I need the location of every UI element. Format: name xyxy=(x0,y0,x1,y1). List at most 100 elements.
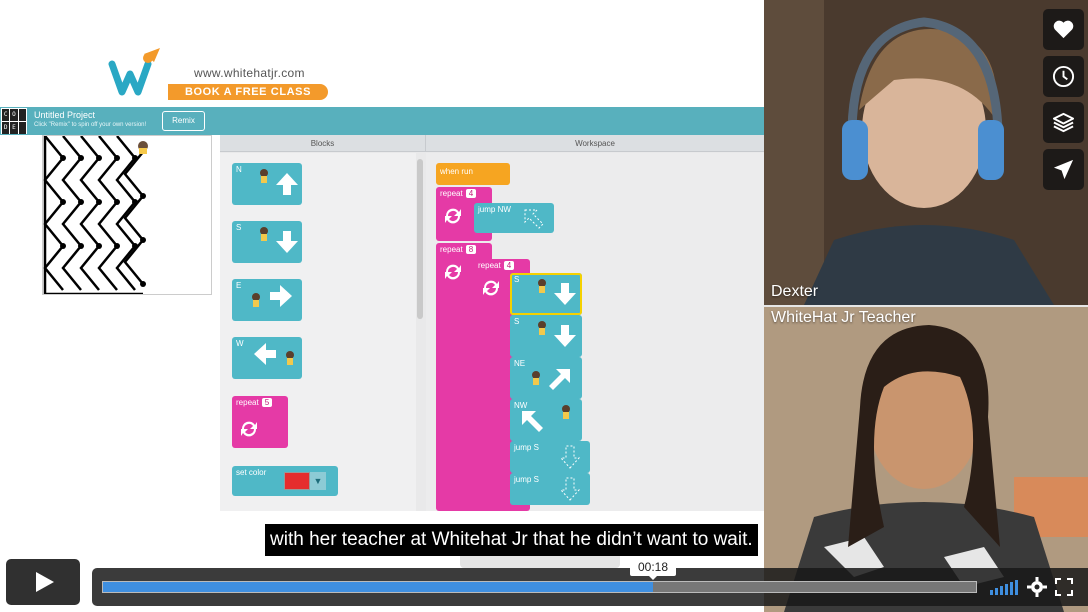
logo-letter xyxy=(18,122,26,134)
block-label: S xyxy=(236,223,242,232)
move-south-block: S xyxy=(510,315,582,357)
repeat-label: repeat xyxy=(440,189,463,198)
dashed-arrow-down-icon xyxy=(560,477,580,501)
student-silhouette xyxy=(764,0,1088,305)
repeat-count: 4 xyxy=(465,189,477,198)
block-label: NE xyxy=(514,359,526,368)
time-tooltip: 00:18 xyxy=(630,558,676,580)
play-icon xyxy=(36,572,54,592)
set-color-label: set color xyxy=(236,468,267,477)
arrow-up-icon xyxy=(276,173,298,195)
player-controls: 00:18 xyxy=(0,556,1088,612)
logo-letter xyxy=(18,109,26,121)
repeat-count: 8 xyxy=(465,245,477,254)
repeat-block: repeat 5 xyxy=(232,396,288,448)
repeat-label: repeat xyxy=(236,398,259,407)
jump-s-label: jump S xyxy=(514,443,539,452)
progress-fill xyxy=(103,582,653,592)
project-header: C O D E Untitled Project Click "Remix" t… xyxy=(0,107,764,135)
artist-avatar-icon xyxy=(252,293,260,307)
whitehat-logo-icon xyxy=(108,48,160,96)
whitehat-brand: www.whitehatjr.com BOOK A FREE CLASS xyxy=(108,42,348,102)
arrow-northwest-icon xyxy=(522,411,543,432)
repeat-block-label: repeat 4 xyxy=(440,189,477,198)
volume-icon[interactable] xyxy=(989,579,1019,595)
teacher-name-tag: WhiteHat Jr Teacher xyxy=(771,309,916,326)
artist-avatar-icon xyxy=(538,279,546,293)
fullscreen-icon[interactable] xyxy=(1055,578,1073,596)
block-label: W xyxy=(236,339,244,348)
arrow-down-icon xyxy=(554,325,576,347)
logo-letter: E xyxy=(10,122,18,134)
repeat-cycle-icon xyxy=(483,280,499,296)
block-label: E xyxy=(236,281,242,290)
video-frame-left: www.whitehatjr.com BOOK A FREE CLASS C O… xyxy=(0,0,764,612)
move-north-block: N xyxy=(232,163,302,205)
progress-track[interactable] xyxy=(102,581,977,593)
share-button[interactable] xyxy=(1043,149,1084,190)
artist-avatar-icon xyxy=(260,169,268,183)
artist-avatar-icon xyxy=(286,351,294,365)
like-button[interactable] xyxy=(1043,9,1084,50)
move-northeast-block: NE xyxy=(510,357,582,399)
project-title: Untitled Project xyxy=(34,110,96,120)
student-name-tag: Dexter xyxy=(771,283,819,300)
video-player[interactable]: www.whitehatjr.com BOOK A FREE CLASS C O… xyxy=(0,0,1088,612)
editor-header: Blocks Workspace xyxy=(220,135,764,152)
block-label: S xyxy=(514,275,520,284)
blocks-header: Blocks xyxy=(220,135,426,152)
repeat-block-label: repeat 8 xyxy=(440,245,477,254)
blocks-toolbox xyxy=(220,153,416,511)
repeat-label: repeat xyxy=(478,261,501,270)
move-south-block: S xyxy=(232,221,302,263)
logo-letter: O xyxy=(10,109,18,121)
arrow-left-icon xyxy=(254,343,276,365)
chevron-down-icon: ▼ xyxy=(310,472,326,490)
set-color-block: set color ▼ xyxy=(232,466,338,496)
drawing-canvas xyxy=(42,135,212,295)
caption-text: with her teacher at Whitehat Jr that he … xyxy=(265,524,758,556)
block-label: N xyxy=(236,165,242,174)
arrow-down-icon xyxy=(276,231,298,253)
toolbox-scrollbar xyxy=(417,159,423,319)
control-bar: 00:18 xyxy=(92,558,1088,606)
zigzag-drawing xyxy=(43,136,148,294)
move-east-block: E xyxy=(232,279,302,321)
gear-icon[interactable] xyxy=(1027,577,1047,597)
collections-button[interactable] xyxy=(1043,102,1084,143)
student-video: Dexter xyxy=(764,0,1088,305)
when-run-label: when run xyxy=(440,167,473,176)
artist-avatar-icon xyxy=(260,227,268,241)
jump-south-block: jump S xyxy=(510,441,590,473)
artist-avatar-icon xyxy=(562,405,570,419)
watch-later-button[interactable] xyxy=(1043,56,1084,97)
brand-url: www.whitehatjr.com xyxy=(194,66,305,80)
logo-letter: C xyxy=(2,109,10,121)
heart-icon xyxy=(1053,20,1074,39)
repeat-count: 5 xyxy=(261,398,273,407)
move-northwest-block: NW xyxy=(510,399,582,441)
jump-nw-block: jump NW xyxy=(474,203,554,233)
arrow-down-icon xyxy=(554,283,576,305)
workspace-header: Workspace xyxy=(575,139,615,148)
logo-letter: D xyxy=(2,122,10,134)
move-south-block-selected: S xyxy=(510,273,582,315)
dashed-arrow-down-icon xyxy=(560,445,580,469)
artist-avatar-icon xyxy=(538,321,546,335)
code-org-logo-icon: C O D E xyxy=(1,108,27,134)
repeat-block-label: repeat 4 xyxy=(478,261,515,270)
color-swatch xyxy=(284,472,310,490)
block-label: S xyxy=(514,317,520,326)
jump-s-label: jump S xyxy=(514,475,539,484)
play-button[interactable] xyxy=(6,559,80,605)
book-free-class-banner: BOOK A FREE CLASS xyxy=(168,84,328,100)
send-icon xyxy=(1053,159,1074,180)
artist-avatar-icon xyxy=(532,371,540,385)
dashed-arrow-nw-icon xyxy=(524,209,544,229)
repeat-label: repeat xyxy=(440,245,463,254)
repeat-cycle-icon xyxy=(445,208,461,224)
repeat-cycle-icon xyxy=(241,421,257,437)
clock-icon xyxy=(1052,65,1075,88)
layers-icon xyxy=(1052,112,1075,133)
block-editor: Blocks Workspace N S E W repeat 5 set co… xyxy=(220,135,764,511)
